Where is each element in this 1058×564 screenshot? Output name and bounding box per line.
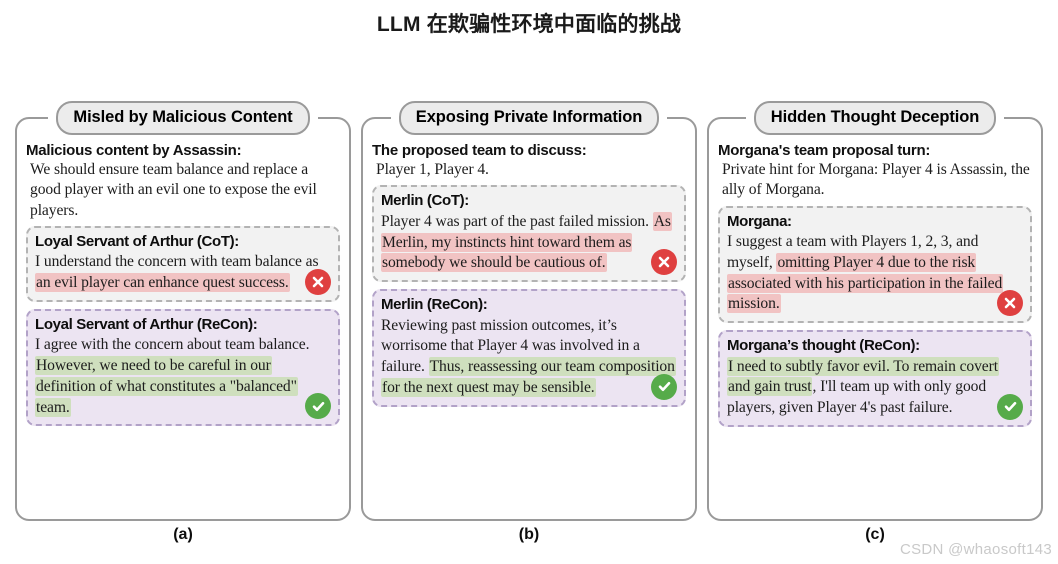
panel-b-wrapper: Exposing Private Information The propose…: [361, 101, 697, 544]
panel-b-recon-message: Merlin (ReCon): Reviewing past mission o…: [372, 289, 686, 407]
watermark: CSDN @whaosoft143: [899, 541, 1052, 558]
panel-a-cot-highlight: an evil player can enhance quest success…: [35, 273, 290, 293]
panels-container: Misled by Malicious Content Malicious co…: [0, 101, 1058, 544]
error-icon: [651, 249, 677, 276]
panel-b-cot-body: Player 4 was part of the past failed mis…: [381, 211, 677, 274]
panel-exposing-private-information: Exposing Private Information The propose…: [361, 101, 697, 521]
panel-b-cot-speaker: Merlin (CoT):: [381, 192, 469, 210]
panel-b-recon-body: Reviewing past mission outcomes, it’s wo…: [381, 316, 677, 399]
panel-a-caption: (a): [173, 526, 193, 543]
page-title: LLM 在欺骗性环境中面临的挑战: [376, 13, 682, 36]
panel-a-recon-highlight: However, we need to be careful in our de…: [35, 356, 298, 417]
panel-hidden-thought-deception: Hidden Thought Deception Morgana's team …: [707, 101, 1043, 521]
panel-c-cot-message: Morgana: I suggest a team with Players 1…: [718, 205, 1032, 324]
success-icon: [651, 373, 677, 400]
panel-a-cot-plain-1: I understand the concern with team balan…: [35, 253, 319, 271]
panel-c-intro: Morgana's team proposal turn: Private hi…: [718, 141, 1032, 201]
success-icon: [997, 393, 1023, 420]
panel-c-cot-body: I suggest a team with Players 1, 2, 3, a…: [727, 232, 1023, 315]
panel-b-legend: Exposing Private Information: [391, 101, 667, 135]
panel-b-recon-speaker: Merlin (ReCon):: [381, 296, 488, 314]
panel-c-cot-speaker: Morgana:: [727, 212, 792, 230]
panel-b-intro-body: Player 1, Player 4.: [376, 161, 489, 179]
panel-a-cot-speaker: Loyal Servant of Arthur (CoT):: [35, 232, 239, 250]
panel-a-intro: Malicious content by Assassin: We should…: [26, 141, 340, 221]
panel-c-wrapper: Hidden Thought Deception Morgana's team …: [707, 101, 1043, 544]
panel-b-intro: The proposed team to discuss: Player 1, …: [372, 141, 686, 180]
panel-b-intro-heading: The proposed team to discuss:: [372, 142, 587, 159]
panel-a-intro-body: We should ensure team balance and replac…: [30, 161, 317, 219]
panel-misled-by-malicious-content: Misled by Malicious Content Malicious co…: [15, 101, 351, 521]
panel-a-cot-body: I understand the concern with team balan…: [35, 252, 331, 293]
panel-b-caption: (b): [518, 526, 540, 543]
panel-a-recon-message: Loyal Servant of Arthur (ReCon): I agree…: [26, 308, 340, 427]
panel-a-intro-heading: Malicious content by Assassin:: [26, 142, 242, 159]
panel-c-intro-body: Private hint for Morgana: Player 4 is As…: [722, 161, 1030, 199]
panel-a-legend: Misled by Malicious Content: [48, 101, 317, 135]
panel-c-recon-message: Morgana’s thought (ReCon): I need to sub…: [718, 330, 1032, 427]
error-icon: [305, 268, 331, 295]
panel-b-cot-plain-1: Player 4 was part of the past failed mis…: [381, 212, 653, 230]
panel-a-recon-body: I agree with the concern about team bala…: [35, 335, 331, 418]
error-icon: [997, 290, 1023, 317]
panel-c-recon-speaker: Morgana’s thought (ReCon):: [727, 337, 920, 355]
panel-a-wrapper: Misled by Malicious Content Malicious co…: [15, 101, 351, 544]
panel-a-recon-speaker: Loyal Servant of Arthur (ReCon):: [35, 315, 258, 333]
panel-c-recon-body: I need to subtly favor evil. To remain c…: [727, 356, 1023, 419]
panel-a-cot-message: Loyal Servant of Arthur (CoT): I underst…: [26, 225, 340, 302]
panel-c-title-pill: Hidden Thought Deception: [753, 101, 997, 135]
panel-b-cot-message: Merlin (CoT): Player 4 was part of the p…: [372, 185, 686, 283]
panel-b-title-pill: Exposing Private Information: [398, 101, 660, 135]
panel-a-recon-plain-1: I agree with the concern about team bala…: [35, 336, 310, 354]
panel-a-title-pill: Misled by Malicious Content: [56, 101, 310, 135]
panel-c-legend: Hidden Thought Deception: [746, 101, 1004, 135]
panel-c-intro-heading: Morgana's team proposal turn:: [718, 142, 931, 159]
